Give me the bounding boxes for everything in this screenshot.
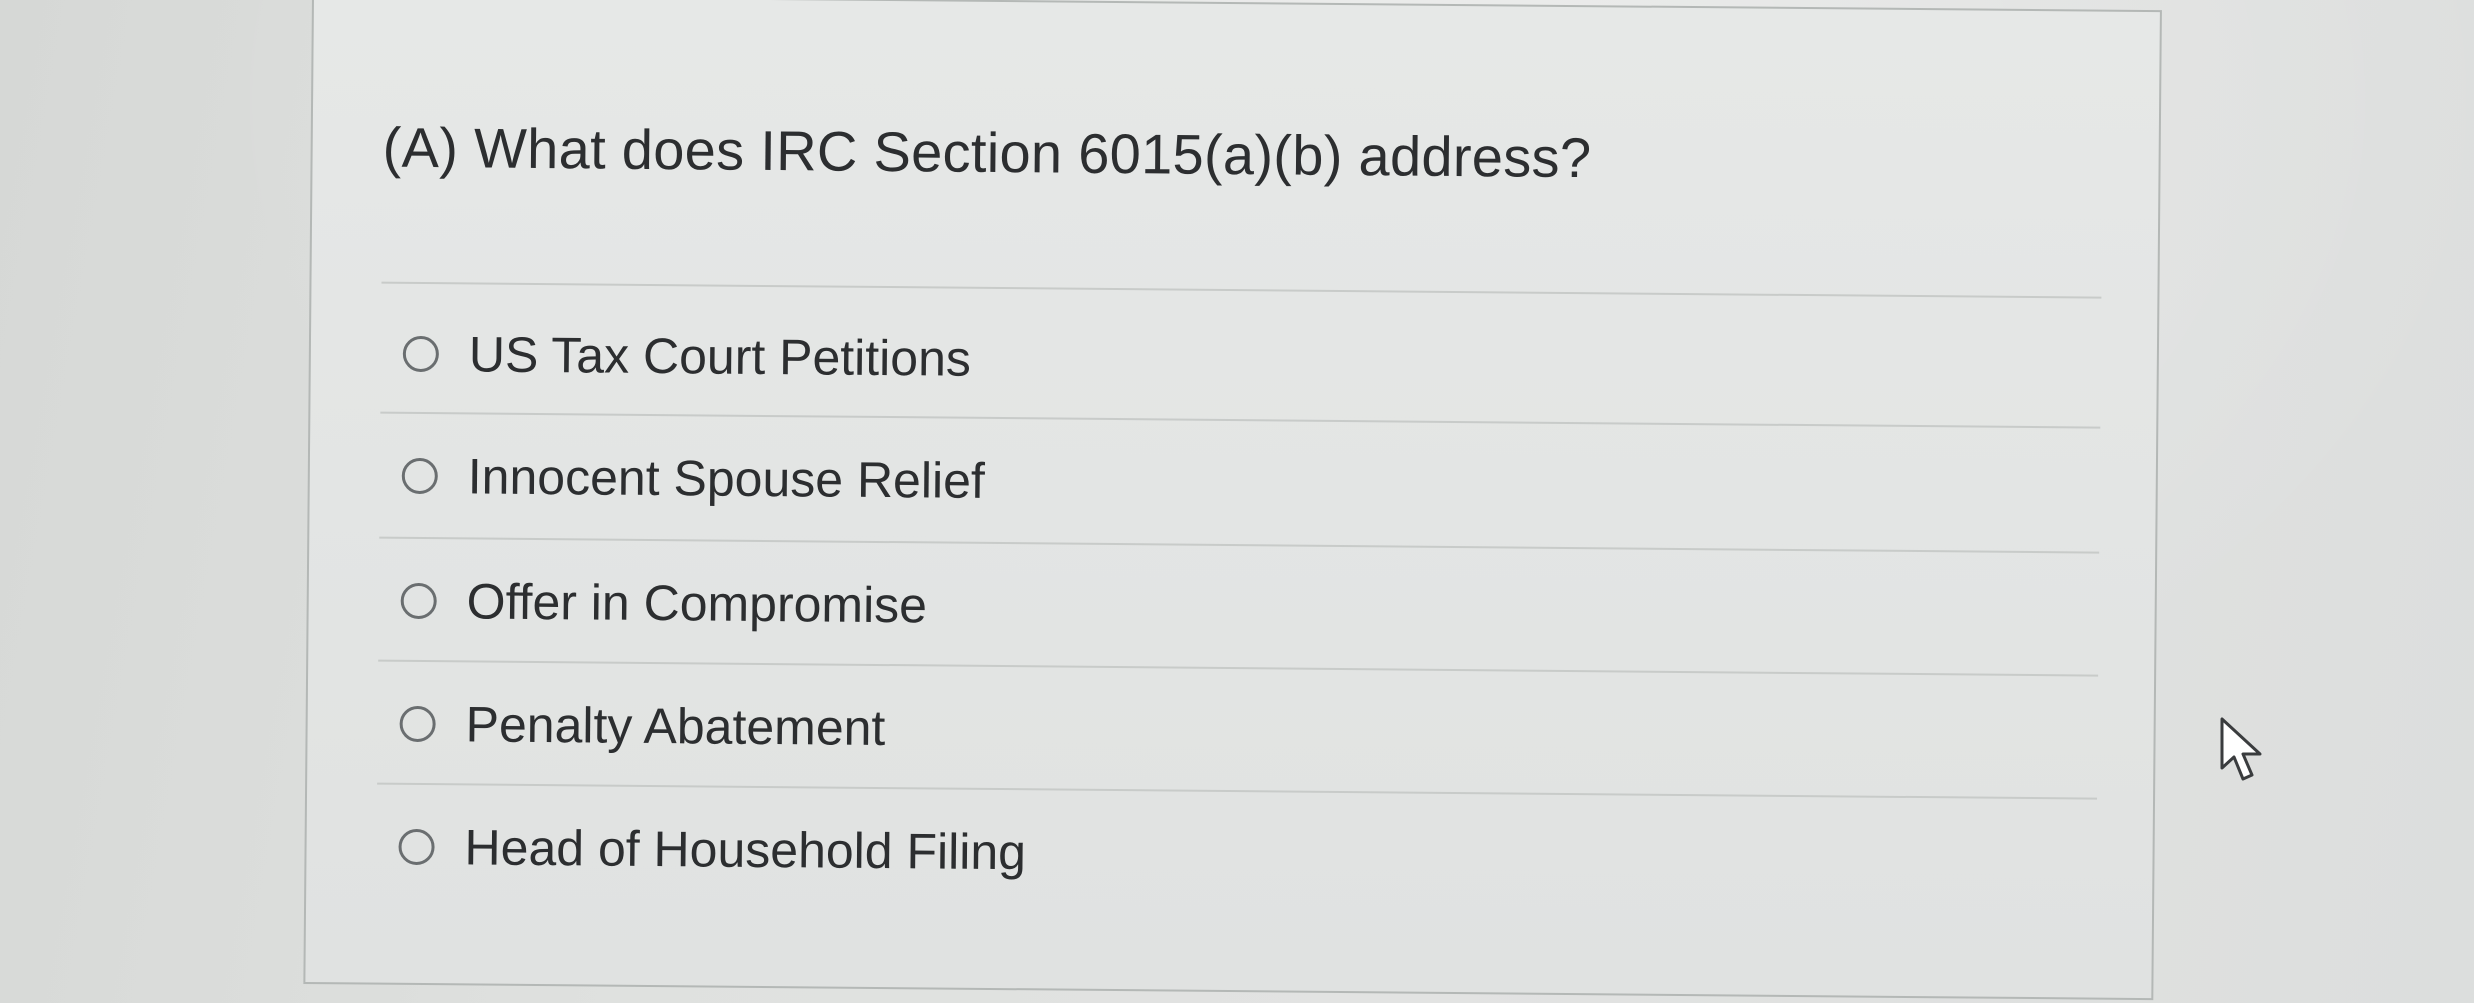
choice-label: Innocent Spouse Relief [467,448,986,509]
choice-label: Offer in Compromise [466,573,928,634]
choice-option-offer-in-compromise[interactable]: Offer in Compromise [378,540,2099,677]
choice-label: Penalty Abatement [465,696,886,757]
choice-option-head-of-household-filing[interactable]: Head of Household Filing [376,786,2097,923]
radio-unselected-icon[interactable] [402,335,440,373]
choice-label: US Tax Court Petitions [468,326,972,387]
question-card: (A) What does IRC Section 6015(a)(b) add… [303,0,2162,1001]
radio-unselected-icon[interactable] [399,705,436,743]
choice-list: US Tax Court Petitions Innocent Spouse R… [377,0,2104,880]
radio-unselected-icon[interactable] [398,828,435,866]
question-prompt: (A) What does IRC Section 6015(a)(b) add… [382,115,1592,190]
radio-unselected-icon[interactable] [400,582,437,620]
radio-unselected-icon[interactable] [401,457,438,495]
choice-option-innocent-spouse-relief[interactable]: Innocent Spouse Relief [379,415,2100,552]
choice-option-us-tax-court-petitions[interactable]: US Tax Court Petitions [380,293,2101,430]
choice-label: Head of Household Filing [464,819,1027,881]
choice-option-penalty-abatement[interactable]: Penalty Abatement [377,663,2098,800]
mouse-pointer-icon [2220,717,2262,781]
